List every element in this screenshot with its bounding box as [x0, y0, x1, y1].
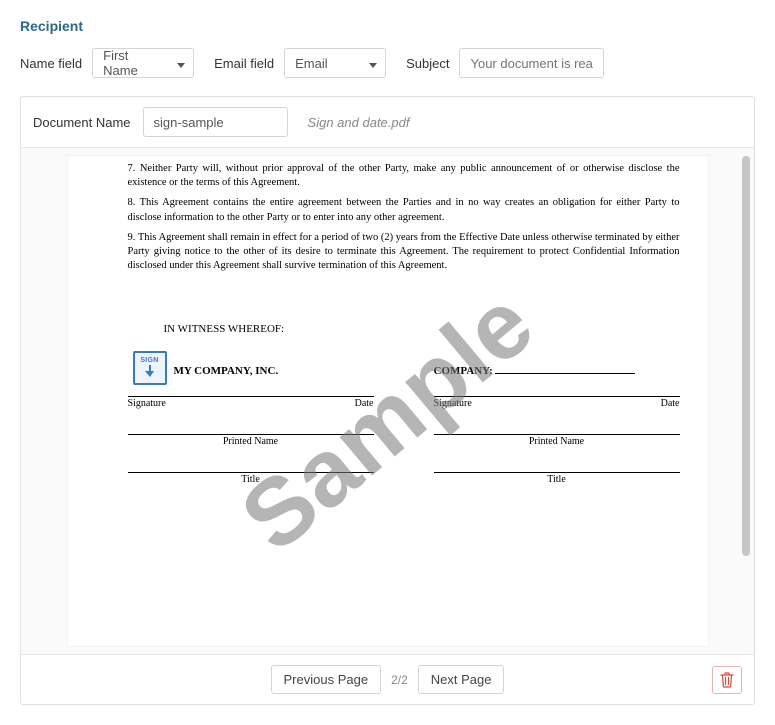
company-blank-line [495, 373, 635, 374]
caret-down-icon [177, 56, 185, 71]
arrow-down-icon [145, 365, 155, 380]
subject-input[interactable] [459, 48, 604, 78]
document-box: Document Name Sign and date.pdf 7. Neith… [20, 96, 755, 705]
title-label-2: Title [434, 474, 680, 485]
scrollbar-thumb[interactable] [742, 156, 750, 556]
printed-name-label-1: Printed Name [128, 436, 374, 447]
company-2: COMPANY: [434, 365, 680, 377]
document-name-label: Document Name [33, 115, 131, 130]
previous-page-button[interactable]: Previous Page [271, 665, 382, 694]
signature-label-2: Signature [434, 398, 661, 409]
document-name-input[interactable] [143, 107, 288, 137]
date-label-2: Date [661, 398, 680, 409]
sign-tag-label: SIGN [140, 357, 158, 364]
delete-button[interactable] [712, 666, 742, 694]
name-field-label: Name field [20, 56, 82, 71]
recipient-row: Name field First Name Email field Email … [20, 48, 755, 78]
caret-down-icon [369, 56, 377, 71]
subject-label: Subject [406, 56, 449, 71]
paragraph-8: 8. This Agreement contains the entire ag… [128, 196, 680, 224]
page-indicator: 2/2 [391, 673, 408, 687]
email-field-value: Email [295, 56, 328, 71]
signature-area: SIGN MY COMPANY, INC. Signature [128, 365, 680, 497]
signature-line-1 [128, 383, 374, 397]
email-field-select[interactable]: Email [284, 48, 386, 78]
pager: Previous Page 2/2 Next Page [271, 665, 505, 694]
paragraph-9: 9. This Agreement shall remain in effect… [128, 231, 680, 274]
signature-line-2 [434, 383, 680, 397]
preview-scrollbar[interactable] [742, 156, 750, 646]
signature-label-1: Signature [128, 398, 355, 409]
title-line-1 [128, 459, 374, 473]
printed-name-label-2: Printed Name [434, 436, 680, 447]
signature-col-2: COMPANY: Signature Date Printed Name [434, 365, 680, 497]
date-label-1: Date [355, 398, 374, 409]
printed-name-line-2 [434, 421, 680, 435]
company-1: MY COMPANY, INC. [174, 365, 374, 377]
email-field-label: Email field [214, 56, 274, 71]
document-filename: Sign and date.pdf [308, 115, 410, 130]
title-line-2 [434, 459, 680, 473]
company-2-prefix: COMPANY: [434, 365, 493, 377]
next-page-button[interactable]: Next Page [418, 665, 505, 694]
name-field-value: First Name [103, 48, 157, 78]
document-page: 7. Neither Party will, without prior app… [68, 156, 708, 646]
section-title: Recipient [20, 18, 755, 34]
trash-icon [720, 672, 734, 688]
document-header: Document Name Sign and date.pdf [21, 97, 754, 148]
name-field-select[interactable]: First Name [92, 48, 194, 78]
document-footer: Previous Page 2/2 Next Page [21, 654, 754, 704]
printed-name-line-1 [128, 421, 374, 435]
paragraph-7: 7. Neither Party will, without prior app… [128, 162, 680, 190]
title-label-1: Title [128, 474, 374, 485]
preview-area: 7. Neither Party will, without prior app… [21, 148, 754, 654]
sign-here-tag[interactable]: SIGN [133, 351, 167, 385]
witness-whereof: IN WITNESS WHEREOF: [164, 323, 680, 335]
